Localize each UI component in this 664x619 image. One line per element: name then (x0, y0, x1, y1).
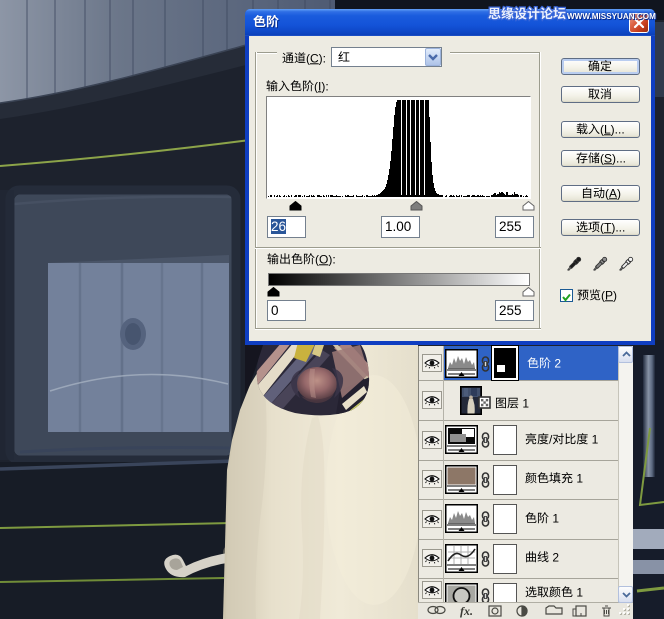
svg-text:1: 1 (519, 396, 529, 410)
svg-text:(S)...: (S)... (600, 151, 626, 165)
svg-text:1: 1 (588, 432, 598, 446)
svg-text:2: 2 (549, 550, 559, 564)
svg-text:(L)...: (L)... (600, 122, 625, 136)
svg-text:(T)...: (T)... (600, 220, 625, 234)
svg-text:/: / (549, 432, 553, 446)
svg-text:(P): (P) (601, 288, 617, 302)
svg-text:2: 2 (551, 356, 561, 370)
svg-text:1: 1 (573, 471, 583, 485)
svg-text:1: 1 (573, 585, 583, 599)
svg-text:(O):: (O): (315, 252, 336, 266)
svg-text:1: 1 (549, 511, 559, 525)
svg-text:fx.: fx. (460, 604, 473, 618)
svg-text:(A): (A) (605, 186, 621, 200)
